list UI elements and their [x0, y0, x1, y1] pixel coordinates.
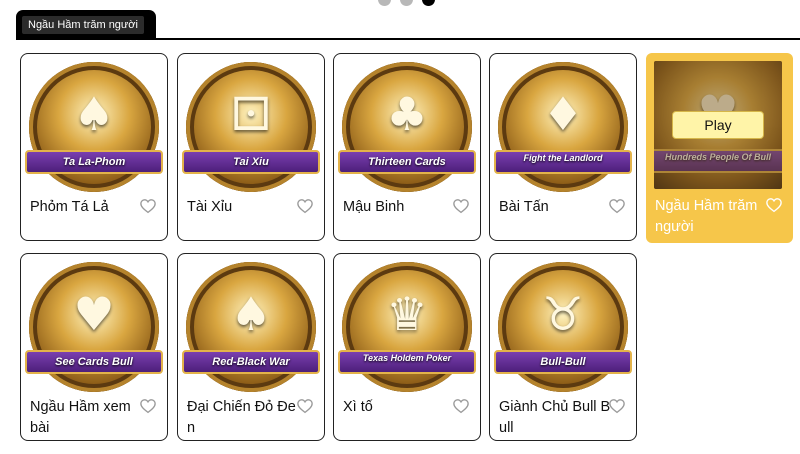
- game-card-phom-ta-la[interactable]: ♠ Ta La-Phom Phỏm Tá Lả: [20, 53, 168, 241]
- card-spade-icon: ♠: [73, 87, 115, 141]
- game-medallion-image: ♦ Fight the Landlord: [494, 62, 632, 192]
- card-diamond-icon: ♦: [542, 87, 584, 141]
- game-card-ngau-ham-xem-bai[interactable]: ♥ See Cards Bull Ngầu Hầm xem bài: [20, 253, 168, 441]
- card-spade-icon: ♠: [230, 287, 272, 341]
- game-banner: Hundreds People Of Bull: [654, 149, 782, 173]
- game-medallion-image: ♠ Ta La-Phom: [25, 62, 163, 192]
- game-banner: Texas Holdem Poker: [338, 350, 476, 374]
- heart-outline-icon[interactable]: [608, 197, 626, 215]
- carousel-dot-1[interactable]: [378, 0, 391, 6]
- game-card-mau-binh[interactable]: ♣ Thirteen Cards Mậu Binh: [333, 53, 481, 241]
- game-banner: Red-Black War: [182, 350, 320, 374]
- game-title: Mậu Binh: [343, 199, 405, 215]
- carousel-dot-3[interactable]: [422, 0, 435, 6]
- game-card-xi-to[interactable]: ♛ Texas Holdem Poker Xì tố: [333, 253, 481, 441]
- game-thumbnail[interactable]: ♥ See Cards Bull: [25, 262, 163, 392]
- play-button[interactable]: Play: [672, 111, 764, 139]
- heart-outline-icon[interactable]: [608, 397, 626, 415]
- card-heart-icon: ♥: [73, 287, 115, 341]
- card-club-icon: ♣: [386, 87, 428, 141]
- dice-icon: ⚀: [231, 87, 271, 141]
- crown-icon: ♛: [386, 287, 428, 341]
- game-title: Đại Chiến Đỏ Đen: [187, 399, 296, 436]
- game-title: Xì tố: [343, 399, 373, 415]
- game-card-gianh-chu-bull-bull[interactable]: ♉ Bull-Bull Giành Chủ Bull Bull: [489, 253, 637, 441]
- bull-icon: ♉: [542, 287, 584, 341]
- game-title: Giành Chủ Bull Bull: [499, 399, 611, 436]
- game-banner: Bull-Bull: [494, 350, 632, 374]
- game-title: Tài Xỉu: [187, 199, 233, 215]
- tab-ngau-ham-tram-nguoi[interactable]: Ngầu Hầm trăm người: [16, 10, 156, 38]
- carousel-pagination: [378, 0, 435, 6]
- game-thumbnail[interactable]: ♥ Hundreds People Of Bull Play: [654, 61, 782, 189]
- game-card-tai-xiu[interactable]: ⚀ Tai Xiu Tài Xỉu: [177, 53, 325, 241]
- game-thumbnail[interactable]: ♦ Fight the Landlord: [494, 62, 632, 192]
- heart-outline-icon[interactable]: [296, 397, 314, 415]
- carousel-dot-2[interactable]: [400, 0, 413, 6]
- game-title: Bài Tấn: [499, 199, 549, 215]
- category-tab-bar: Ngầu Hầm trăm người: [16, 10, 800, 40]
- game-medallion-image: ♥ See Cards Bull: [25, 262, 163, 392]
- tab-label: Ngầu Hầm trăm người: [22, 16, 144, 34]
- game-card-dai-chien-do-den[interactable]: ♠ Red-Black War Đại Chiến Đỏ Đen: [177, 253, 325, 441]
- game-card-bai-tan[interactable]: ♦ Fight the Landlord Bài Tấn: [489, 53, 637, 241]
- game-medallion-image: ⚀ Tai Xiu: [182, 62, 320, 192]
- game-thumbnail[interactable]: ♉ Bull-Bull: [494, 262, 632, 392]
- game-medallion-image: ♛ Texas Holdem Poker: [338, 262, 476, 392]
- heart-outline-icon[interactable]: [452, 197, 470, 215]
- game-title: Ngầu Hầm trăm người: [655, 198, 758, 235]
- game-medallion-image: ♉ Bull-Bull: [494, 262, 632, 392]
- game-thumbnail[interactable]: ♠ Ta La-Phom: [25, 62, 163, 192]
- game-thumbnail[interactable]: ♣ Thirteen Cards: [338, 62, 476, 192]
- game-title: Phỏm Tá Lả: [30, 199, 109, 215]
- game-card-ngau-ham-tram-nguoi[interactable]: ♥ Hundreds People Of Bull Play Ngầu Hầm …: [646, 53, 793, 243]
- game-thumbnail[interactable]: ♛ Texas Holdem Poker: [338, 262, 476, 392]
- game-banner: See Cards Bull: [25, 350, 163, 374]
- game-banner: Thirteen Cards: [338, 150, 476, 174]
- game-medallion-image: ♣ Thirteen Cards: [338, 62, 476, 192]
- heart-outline-icon[interactable]: [139, 197, 157, 215]
- heart-outline-icon[interactable]: [296, 197, 314, 215]
- heart-outline-icon[interactable]: [139, 397, 157, 415]
- heart-outline-icon[interactable]: [452, 397, 470, 415]
- game-thumbnail[interactable]: ⚀ Tai Xiu: [182, 62, 320, 192]
- game-banner: Fight the Landlord: [494, 150, 632, 174]
- heart-outline-icon[interactable]: [765, 196, 783, 214]
- game-title: Ngầu Hầm xem bài: [30, 399, 131, 436]
- game-medallion-image: ♠ Red-Black War: [182, 262, 320, 392]
- game-banner: Ta La-Phom: [25, 150, 163, 174]
- game-banner: Tai Xiu: [182, 150, 320, 174]
- game-thumbnail[interactable]: ♠ Red-Black War: [182, 262, 320, 392]
